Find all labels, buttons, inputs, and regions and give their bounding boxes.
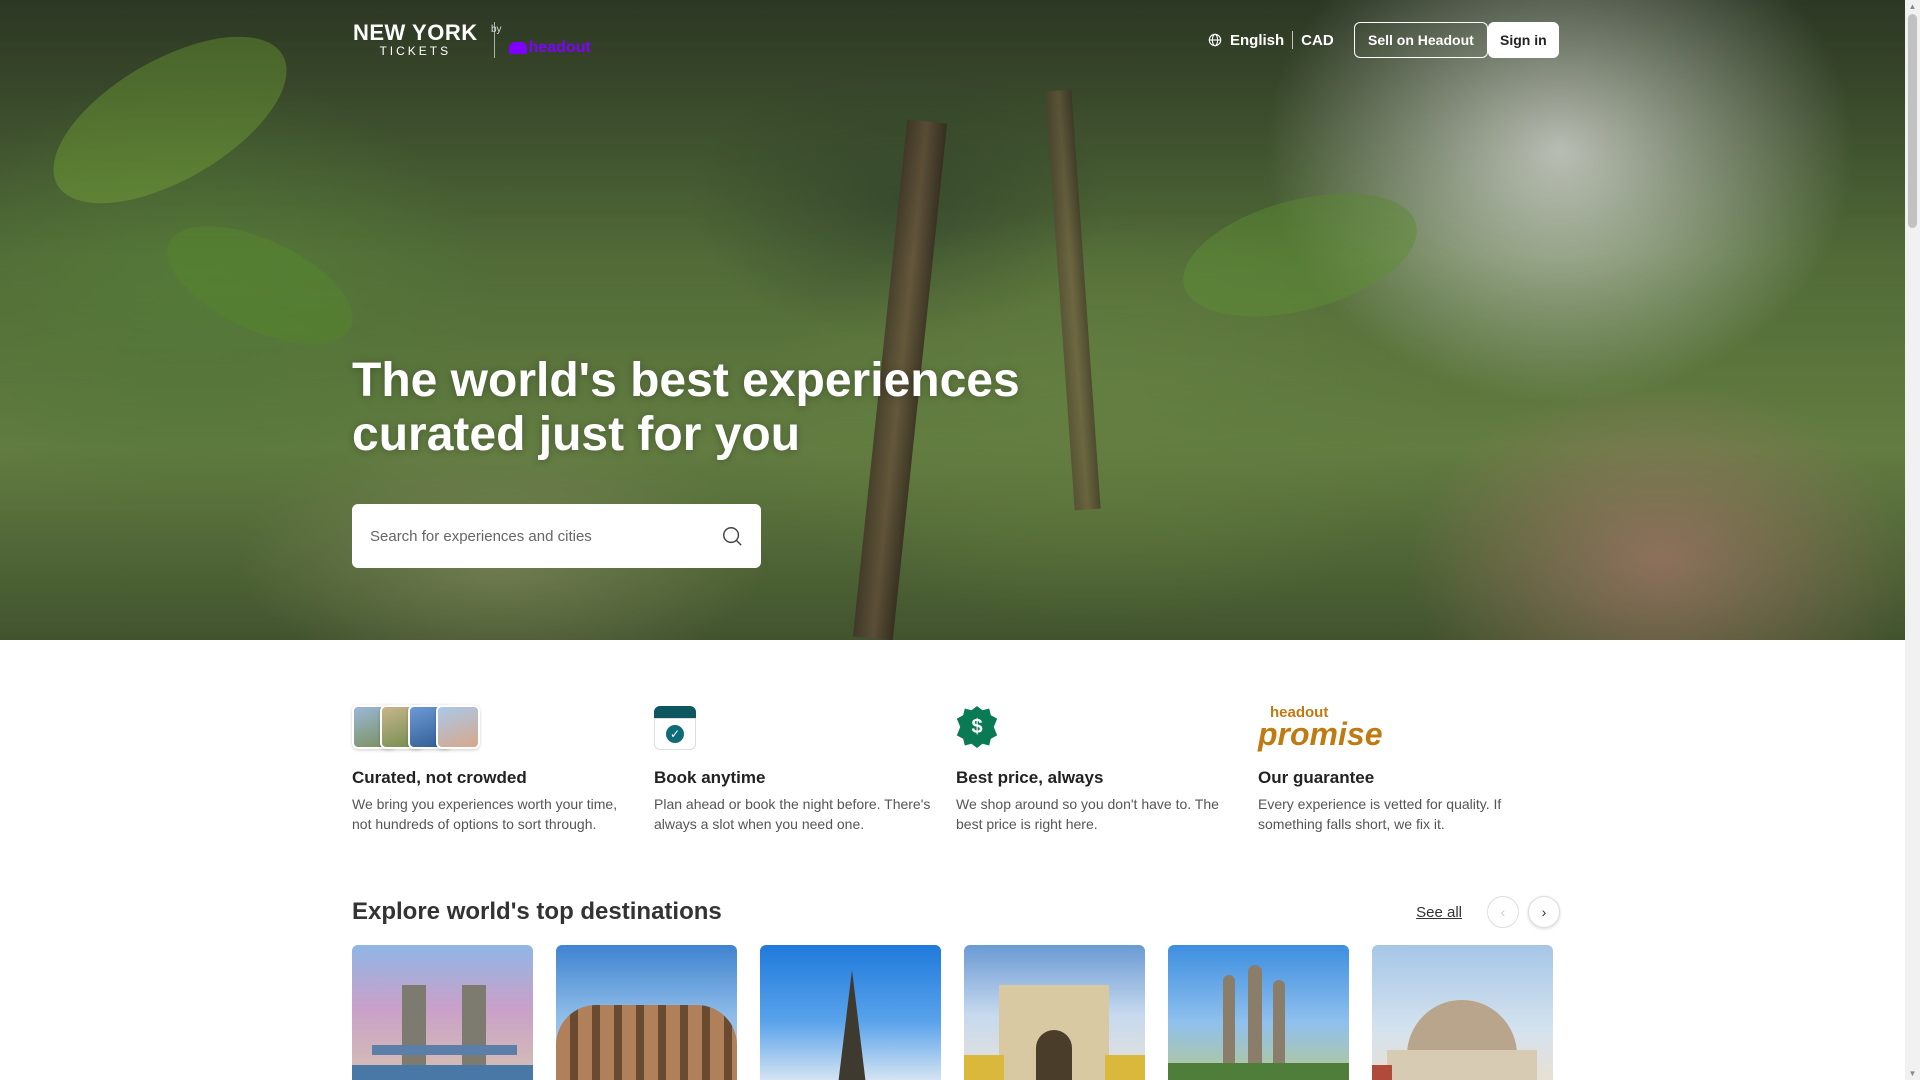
feature-title: Book anytime bbox=[654, 768, 766, 787]
logo-title: NEW YORK bbox=[353, 20, 478, 45]
hero-banner: NEW YORK TICKETS by headout English CAD … bbox=[0, 0, 1905, 640]
feature-best-price: $ Best price, always We shop around so y… bbox=[956, 704, 1258, 834]
search-icon[interactable] bbox=[721, 525, 743, 547]
divider bbox=[1292, 31, 1294, 49]
scroll-down-arrow-icon[interactable]: ▼ bbox=[1908, 1069, 1917, 1078]
language-currency-selector[interactable]: English CAD bbox=[1208, 31, 1334, 49]
value-props: Curated, not crowded We bring you experi… bbox=[352, 704, 1560, 834]
headout-promise-logo: headout promise bbox=[1258, 703, 1383, 752]
feature-title: Our guarantee bbox=[1258, 768, 1375, 787]
feature-text: We bring you experiences worth your time… bbox=[352, 796, 618, 832]
feature-text: Plan ahead or book the night before. The… bbox=[654, 796, 931, 832]
hero-title: The world's best experiences curated jus… bbox=[352, 354, 1020, 461]
feature-title: Curated, not crowded bbox=[352, 768, 527, 787]
search-bar[interactable] bbox=[352, 504, 761, 568]
feature-text: We shop around so you don't have to. The… bbox=[956, 796, 1219, 832]
language-label[interactable]: English bbox=[1230, 32, 1284, 49]
carousel-prev-button[interactable]: ‹ bbox=[1487, 896, 1519, 928]
chevron-right-icon: › bbox=[1541, 904, 1547, 920]
destination-card-eiffel-tower[interactable] bbox=[760, 945, 941, 1080]
scroll-up-arrow-icon[interactable]: ▲ bbox=[1908, 2, 1917, 11]
destination-card-lisbon-arch[interactable] bbox=[964, 945, 1145, 1080]
headout-logo: headout bbox=[508, 39, 591, 57]
logo-by: by bbox=[491, 24, 502, 35]
see-all-link[interactable]: See all bbox=[1416, 904, 1462, 921]
calendar-check-icon: ✓ bbox=[654, 706, 696, 750]
sell-on-headout-button[interactable]: Sell on Headout bbox=[1354, 22, 1488, 58]
chevron-left-icon: ‹ bbox=[1500, 904, 1506, 920]
site-logo[interactable]: NEW YORK TICKETS by headout bbox=[353, 22, 591, 58]
feature-curated: Curated, not crowded We bring you experi… bbox=[352, 704, 654, 834]
feature-text: Every experience is vetted for quality. … bbox=[1258, 796, 1502, 832]
logo-subtitle: TICKETS bbox=[379, 44, 452, 58]
sign-in-button[interactable]: Sign in bbox=[1488, 22, 1559, 58]
scrollbar-thumb[interactable] bbox=[1908, 14, 1917, 228]
hero-overlay bbox=[0, 0, 1905, 640]
section-title: Explore world's top destinations bbox=[352, 898, 722, 925]
destinations-header: Explore world's top destinations See all… bbox=[352, 896, 1560, 928]
destination-card-colosseum[interactable] bbox=[556, 945, 737, 1080]
destination-card-tower-bridge[interactable] bbox=[352, 945, 533, 1080]
currency-label[interactable]: CAD bbox=[1301, 32, 1334, 49]
dollar-badge-icon: $ bbox=[956, 706, 998, 748]
feature-title: Best price, always bbox=[956, 768, 1104, 787]
photo-stack-icon bbox=[352, 705, 480, 749]
destinations-carousel bbox=[352, 945, 1553, 1080]
headout-icon bbox=[508, 42, 527, 54]
destination-card-sagrada-familia[interactable] bbox=[1168, 945, 1349, 1080]
carousel-next-button[interactable]: › bbox=[1528, 896, 1560, 928]
search-input[interactable] bbox=[370, 527, 721, 545]
feature-guarantee: headout promise Our guarantee Every expe… bbox=[1258, 704, 1560, 834]
destination-card-naples-basilica[interactable] bbox=[1372, 945, 1553, 1080]
globe-icon bbox=[1208, 33, 1222, 47]
feature-book-anytime: ✓ Book anytime Plan ahead or book the ni… bbox=[654, 704, 956, 834]
page-scrollbar[interactable]: ▲ ▼ bbox=[1905, 0, 1920, 1080]
headout-wordmark: headout bbox=[528, 39, 591, 56]
